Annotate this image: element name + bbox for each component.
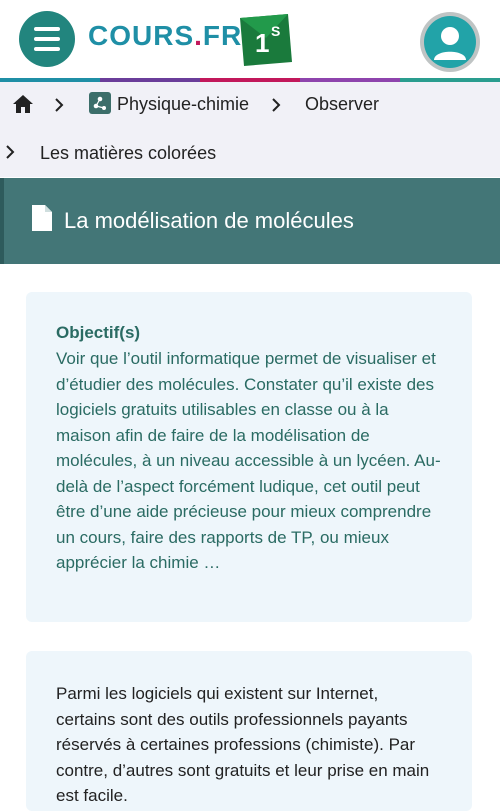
objective-heading: Objectif(s) — [56, 323, 141, 342]
breadcrumb-subject[interactable]: Physique-chimie — [117, 94, 249, 115]
logo-main-text: COURS — [88, 20, 195, 51]
menu-icon-line — [34, 27, 60, 31]
user-account-button[interactable] — [420, 12, 480, 72]
intro-text: Parmi les logiciels qui existent sur Int… — [56, 684, 430, 805]
lesson-content: Objectif(s) Voir que l’outil informatiqu… — [0, 264, 500, 811]
physics-chemistry-icon — [89, 92, 111, 114]
objective-text: Voir que l’outil informatique permet de … — [56, 349, 441, 572]
breadcrumb-chapter[interactable]: Les matières colorées — [40, 143, 216, 164]
level-series: S — [271, 23, 280, 39]
breadcrumb: Physique-chimie Observer Les matières co… — [0, 82, 500, 177]
menu-icon-line — [34, 37, 60, 41]
objective-card: Objectif(s) Voir que l’outil informatiqu… — [26, 292, 472, 622]
page-title-bar: La modélisation de molécules — [0, 178, 500, 264]
logo-tld-text: FR — [202, 20, 243, 51]
level-number: 1 — [255, 28, 269, 58]
page-title: La modélisation de molécules — [64, 208, 354, 233]
menu-button[interactable] — [19, 11, 75, 67]
user-icon — [424, 16, 476, 68]
chevron-right-icon — [55, 98, 64, 112]
chevron-right-icon — [272, 98, 281, 112]
level-badge: 1 S — [240, 14, 292, 66]
document-icon — [32, 205, 52, 231]
intro-card: Parmi les logiciels qui existent sur Int… — [26, 651, 472, 811]
logo-dot: . — [194, 20, 203, 51]
home-icon[interactable] — [12, 94, 34, 114]
menu-icon-line — [34, 47, 60, 51]
chevron-right-icon — [6, 145, 15, 159]
breadcrumb-section[interactable]: Observer — [305, 94, 379, 115]
app-header: COURS.FR 1 S — [0, 0, 500, 78]
site-logo[interactable]: COURS.FR — [88, 20, 242, 52]
